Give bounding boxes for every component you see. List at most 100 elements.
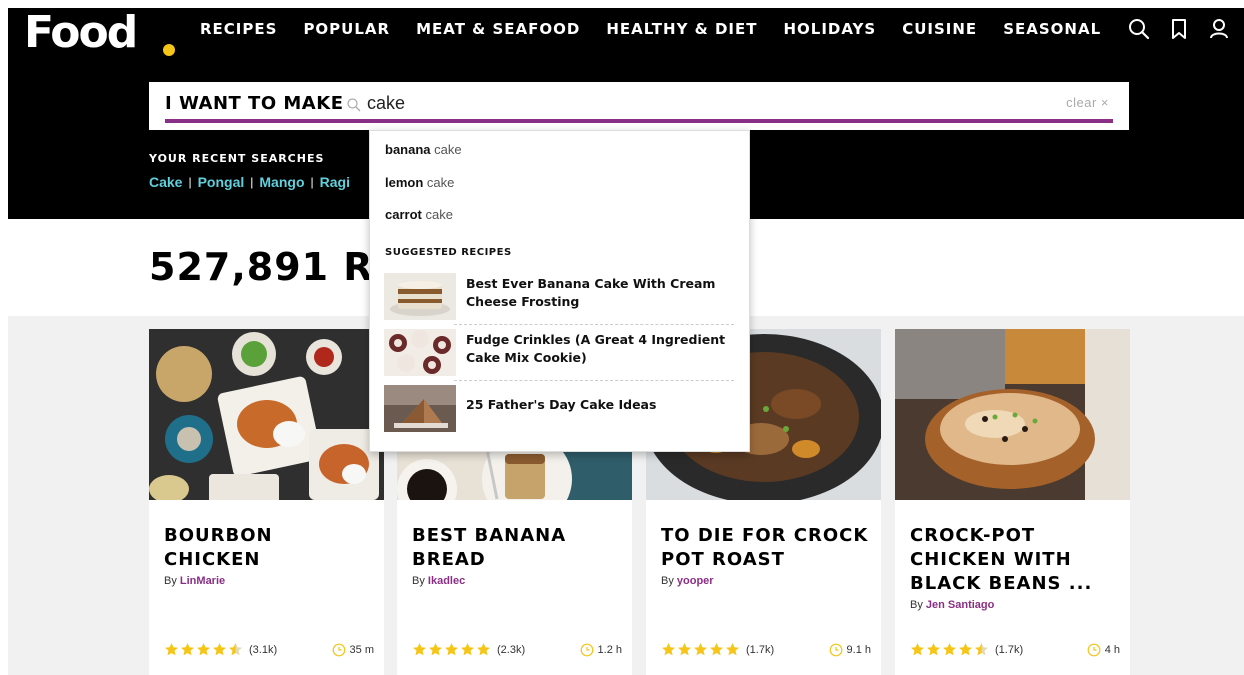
star-rating xyxy=(910,642,989,657)
recipe-author[interactable]: Jen Santiago xyxy=(926,599,994,611)
recent-searches-title: YOUR RECENT SEARCHES xyxy=(149,152,325,165)
clock-icon xyxy=(829,643,842,656)
results-count: 527,891 RE xyxy=(149,245,401,289)
cook-time: 4 h xyxy=(1087,643,1120,657)
recipe-card[interactable]: BOURBON CHICKEN By LinMarie (3.1k) 35 m xyxy=(149,329,384,675)
user-icon[interactable] xyxy=(1208,18,1230,40)
star-full-icon xyxy=(197,643,210,656)
star-full-icon xyxy=(429,643,442,656)
recent-search-pongal[interactable]: Pongal xyxy=(198,174,245,190)
clock-icon xyxy=(580,643,593,656)
recipe-title[interactable]: TO DIE FOR CROCK POT ROAST xyxy=(661,524,871,572)
recipe-byline: By Ikadlec xyxy=(412,575,466,587)
food-logo[interactable]: Food xyxy=(24,8,138,58)
search-autocomplete-dropdown: banana cake lemon cake carrot cake SUGGE… xyxy=(369,130,750,452)
star-full-icon xyxy=(678,643,691,656)
search-suggestion[interactable]: lemon cake xyxy=(385,175,454,190)
nav-item-healthy-diet[interactable]: HEALTHY & DIET xyxy=(606,20,757,38)
recent-search-cake[interactable]: Cake xyxy=(149,174,182,190)
suggested-recipe-title: Best Ever Banana Cake With Cream Cheese … xyxy=(466,276,716,309)
recipe-byline: By yooper xyxy=(661,575,714,587)
recipe-author[interactable]: Ikadlec xyxy=(428,575,465,587)
recipe-meta: (1.7k) 9.1 h xyxy=(661,642,871,657)
suggested-recipe-item[interactable]: Fudge Crinkles (A Great 4 Ingredient Cak… xyxy=(384,325,736,379)
star-rating xyxy=(412,642,491,657)
search-input[interactable] xyxy=(367,90,1007,116)
recipe-meta: (3.1k) 35 m xyxy=(164,642,374,657)
star-full-icon xyxy=(477,643,490,656)
star-full-icon xyxy=(445,643,458,656)
star-full-icon xyxy=(959,643,972,656)
nav-item-popular[interactable]: POPULAR xyxy=(303,20,390,38)
recipe-card[interactable]: CROCK-POT CHICKEN WITH BLACK BEANS ... B… xyxy=(895,329,1130,675)
star-full-icon xyxy=(726,643,739,656)
star-full-icon xyxy=(911,643,924,656)
recipe-meta: (1.7k) 4 h xyxy=(910,642,1120,657)
star-full-icon xyxy=(943,643,956,656)
recipe-author[interactable]: LinMarie xyxy=(180,575,225,587)
recent-separator: | xyxy=(310,175,314,189)
suggested-recipe-thumbnail xyxy=(384,385,456,432)
search-magnifier-icon xyxy=(347,98,361,112)
review-count: (2.3k) xyxy=(497,643,526,656)
nav-item-recipes[interactable]: RECIPES xyxy=(200,20,277,38)
recent-search-mango[interactable]: Mango xyxy=(259,174,304,190)
search-label: I WANT TO MAKE xyxy=(165,93,344,114)
recipe-title[interactable]: BEST BANANA BREAD xyxy=(412,524,622,572)
cook-time: 1.2 h xyxy=(580,643,622,657)
star-half-icon xyxy=(975,643,988,656)
recipe-byline: By LinMarie xyxy=(164,575,226,587)
recipe-title[interactable]: BOURBON CHICKEN xyxy=(164,524,374,572)
recipe-image[interactable] xyxy=(895,329,1130,500)
review-count: (1.7k) xyxy=(746,643,775,656)
search-bar: I WANT TO MAKE clear × xyxy=(149,82,1129,130)
review-count: (1.7k) xyxy=(995,643,1024,656)
recipe-meta: (2.3k) 1.2 h xyxy=(412,642,622,657)
star-full-icon xyxy=(662,643,675,656)
nav-item-cuisine[interactable]: CUISINE xyxy=(902,20,977,38)
clock-icon xyxy=(332,643,345,656)
star-full-icon xyxy=(461,643,474,656)
star-half-icon xyxy=(229,643,242,656)
suggested-recipe-item[interactable]: 25 Father's Day Cake Ideas xyxy=(384,381,736,435)
star-full-icon xyxy=(181,643,194,656)
suggested-recipe-item[interactable]: Best Ever Banana Cake With Cream Cheese … xyxy=(384,269,736,323)
star-full-icon xyxy=(710,643,723,656)
star-full-icon xyxy=(165,643,178,656)
suggested-recipe-thumbnail xyxy=(384,329,456,376)
star-rating xyxy=(164,642,243,657)
nav-item-meat-seafood[interactable]: MEAT & SEAFOOD xyxy=(416,20,580,38)
search-suggestion[interactable]: banana cake xyxy=(385,142,462,157)
bookmark-icon[interactable] xyxy=(1168,18,1190,40)
search-suggestion[interactable]: carrot cake xyxy=(385,207,453,222)
suggested-recipes-title: SUGGESTED RECIPES xyxy=(385,247,512,258)
clock-icon xyxy=(1087,643,1101,656)
suggested-recipe-thumbnail xyxy=(384,273,456,320)
cook-time: 35 m xyxy=(332,643,374,657)
recent-searches-list: Cake | Pongal | Mango | Ragi xyxy=(149,174,350,190)
star-full-icon xyxy=(413,643,426,656)
search-icon[interactable] xyxy=(1128,18,1150,40)
logo-dot xyxy=(163,44,175,56)
recipe-title[interactable]: CROCK-POT CHICKEN WITH BLACK BEANS ... xyxy=(910,524,1120,596)
star-full-icon xyxy=(694,643,707,656)
star-full-icon xyxy=(927,643,940,656)
review-count: (3.1k) xyxy=(249,643,278,656)
recent-separator: | xyxy=(250,175,254,189)
recent-search-ragi[interactable]: Ragi xyxy=(320,174,350,190)
search-underline xyxy=(165,119,1113,123)
star-full-icon xyxy=(213,643,226,656)
header-icons xyxy=(1128,18,1230,40)
suggested-recipe-title: Fudge Crinkles (A Great 4 Ingredient Cak… xyxy=(466,332,726,365)
cook-time: 9.1 h xyxy=(829,643,871,657)
recent-separator: | xyxy=(188,175,192,189)
main-nav: RECIPES POPULAR MEAT & SEAFOOD HEALTHY &… xyxy=(200,20,1127,38)
star-rating xyxy=(661,642,740,657)
nav-item-seasonal[interactable]: SEASONAL xyxy=(1003,20,1101,38)
suggested-recipe-title: 25 Father's Day Cake Ideas xyxy=(466,397,657,412)
recipe-byline: By Jen Santiago xyxy=(910,599,995,611)
nav-item-holidays[interactable]: HOLIDAYS xyxy=(783,20,876,38)
recipe-author[interactable]: yooper xyxy=(677,575,714,587)
clear-search-button[interactable]: clear × xyxy=(1066,95,1109,110)
recipe-image[interactable] xyxy=(149,329,384,500)
